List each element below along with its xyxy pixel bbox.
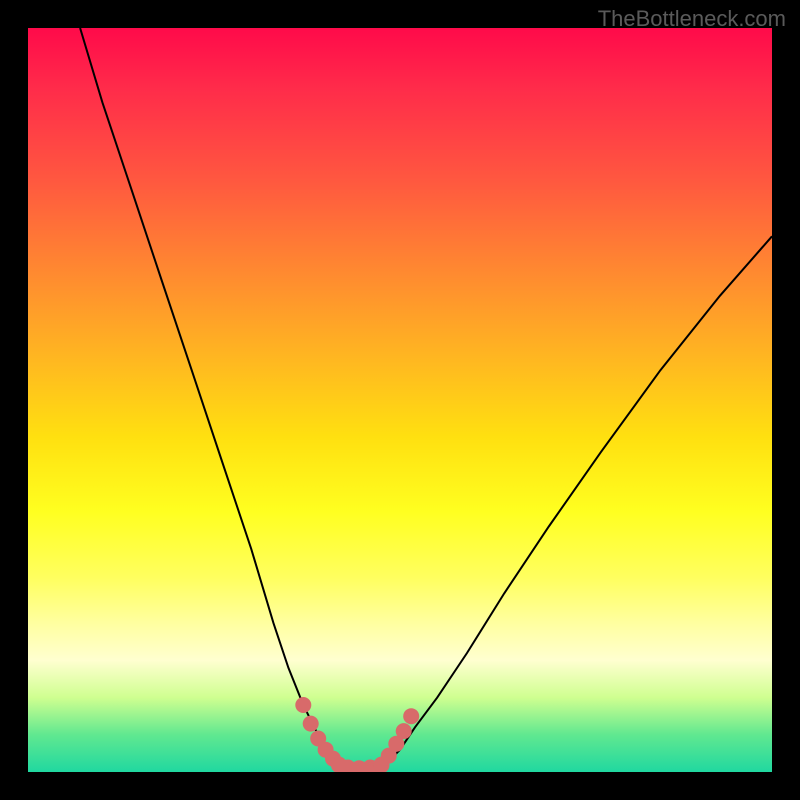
left-marker-dot <box>303 716 319 732</box>
right-marker-dot <box>396 723 412 739</box>
highlight-markers <box>295 697 419 772</box>
right-curve <box>385 236 772 764</box>
right-curve-path <box>385 236 772 764</box>
left-curve-path <box>80 28 337 765</box>
left-marker-dot <box>295 697 311 713</box>
watermark-text: TheBottleneck.com <box>598 6 786 32</box>
curve-overlay <box>28 28 772 772</box>
right-marker-dot <box>403 708 419 724</box>
plot-area <box>28 28 772 772</box>
left-curve <box>80 28 337 765</box>
